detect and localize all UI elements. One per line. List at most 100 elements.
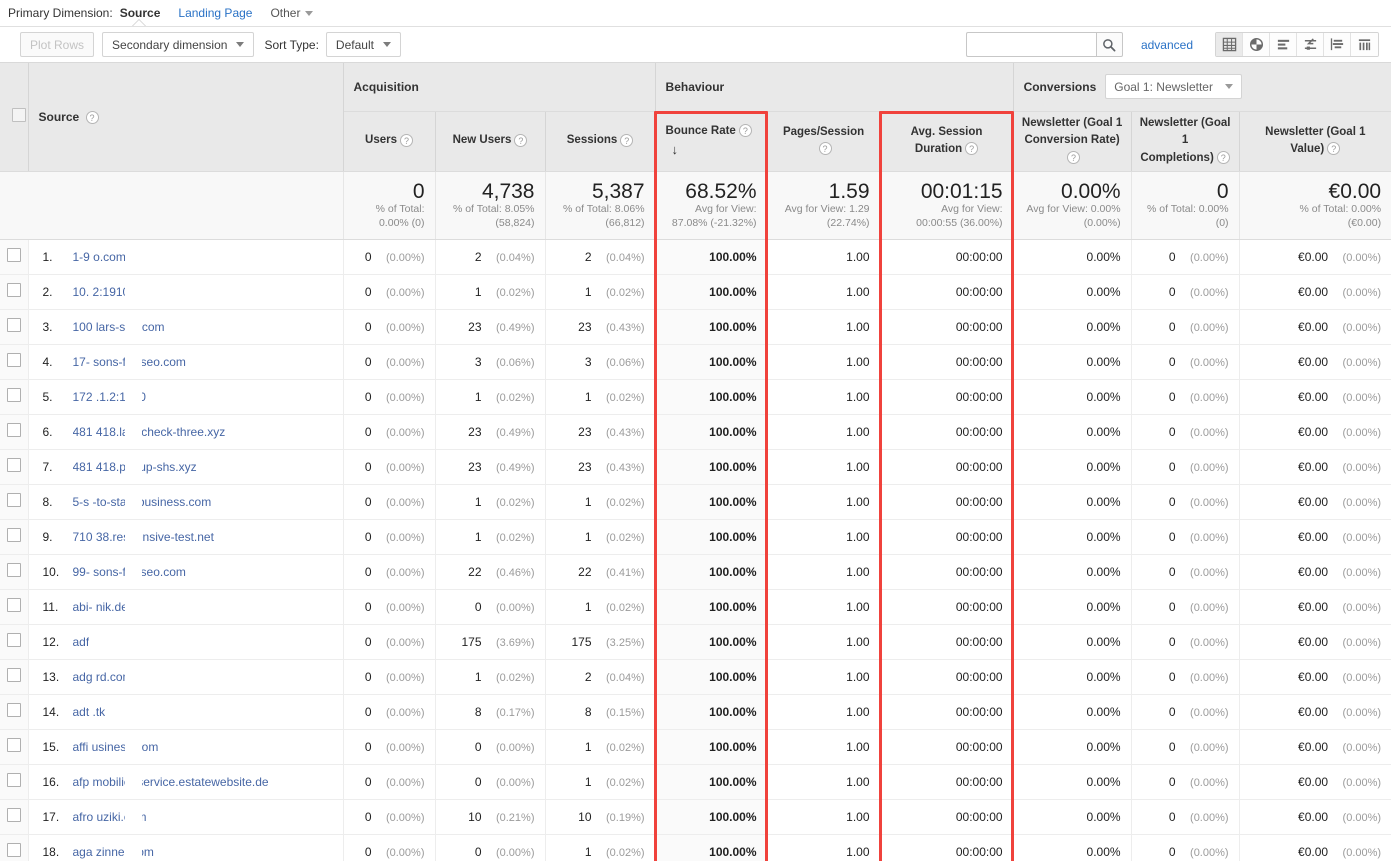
row-source-link[interactable]: 10. 2:1910 bbox=[73, 285, 130, 299]
row-select-cell[interactable] bbox=[0, 589, 28, 624]
row-checkbox[interactable] bbox=[7, 458, 21, 472]
row-select-cell[interactable] bbox=[0, 239, 28, 274]
goal-selector[interactable]: Goal 1: Newsletter bbox=[1105, 74, 1242, 99]
select-all-checkbox[interactable] bbox=[12, 108, 26, 122]
row-select-cell[interactable] bbox=[0, 834, 28, 861]
row-checkbox[interactable] bbox=[7, 808, 21, 822]
dimension-header[interactable]: Source ? bbox=[28, 63, 343, 171]
search-button[interactable] bbox=[1096, 32, 1123, 57]
row-checkbox[interactable] bbox=[7, 388, 21, 402]
plot-rows-button[interactable]: Plot Rows bbox=[20, 32, 94, 57]
table-row[interactable]: 16.afp mobilienservice.estatewebsite.de0… bbox=[0, 764, 1391, 799]
row-source-link[interactable]: 710 38.responsive-test.net bbox=[73, 530, 214, 544]
row-source-link[interactable]: 5-s -to-start-business.com bbox=[73, 495, 212, 509]
column-header-bounce-rate[interactable]: Bounce Rate?↓ bbox=[655, 111, 767, 171]
row-checkbox[interactable] bbox=[7, 353, 21, 367]
table-row[interactable]: 13.adg rd.com0(0.00%)1(0.02%)2(0.04%)100… bbox=[0, 659, 1391, 694]
table-row[interactable]: 7.481 418.popup-shs.xyz0(0.00%)23(0.49%)… bbox=[0, 449, 1391, 484]
column-header-pages-session[interactable]: Pages/Session? bbox=[767, 111, 880, 171]
row-source-link[interactable]: 481 418.law-check-three.xyz bbox=[73, 425, 226, 439]
help-icon[interactable]: ? bbox=[86, 111, 99, 124]
row-source-link[interactable]: abi- nik.de bbox=[73, 600, 128, 614]
pie-chart-view-icon[interactable] bbox=[1243, 33, 1270, 56]
row-source-link[interactable]: 100 lars-seo.com bbox=[73, 320, 165, 334]
table-row[interactable]: 15.affi usiness.com0(0.00%)0(0.00%)1(0.0… bbox=[0, 729, 1391, 764]
row-checkbox[interactable] bbox=[7, 668, 21, 682]
row-select-cell[interactable] bbox=[0, 799, 28, 834]
primary-dimension-landing-page[interactable]: Landing Page bbox=[178, 6, 252, 20]
column-header-sessions[interactable]: Sessions? bbox=[545, 111, 655, 171]
row-select-cell[interactable] bbox=[0, 519, 28, 554]
sort-type-select[interactable]: Default bbox=[326, 32, 401, 57]
row-source-link[interactable]: afp mobilienservice.estatewebsite.de bbox=[73, 775, 269, 789]
row-checkbox[interactable] bbox=[7, 493, 21, 507]
help-icon[interactable]: ? bbox=[739, 124, 752, 137]
row-select-cell[interactable] bbox=[0, 729, 28, 764]
row-select-cell[interactable] bbox=[0, 554, 28, 589]
column-header-goal-completions[interactable]: Newsletter (Goal 1Completions)? bbox=[1131, 111, 1239, 171]
column-header-new-users[interactable]: New Users? bbox=[435, 111, 545, 171]
row-select-cell[interactable] bbox=[0, 764, 28, 799]
bar-chart-view-icon[interactable] bbox=[1270, 33, 1297, 56]
pivot-view-icon[interactable] bbox=[1351, 33, 1378, 56]
help-icon[interactable]: ? bbox=[400, 134, 413, 147]
row-select-cell[interactable] bbox=[0, 379, 28, 414]
table-row[interactable]: 8.5-s -to-start-business.com0(0.00%)1(0.… bbox=[0, 484, 1391, 519]
help-icon[interactable]: ? bbox=[1327, 142, 1340, 155]
column-header-goal-conversion-rate[interactable]: Newsletter (Goal 1Conversion Rate)? bbox=[1013, 111, 1131, 171]
help-icon[interactable]: ? bbox=[965, 142, 978, 155]
row-checkbox[interactable] bbox=[7, 283, 21, 297]
advanced-link[interactable]: advanced bbox=[1141, 38, 1193, 52]
row-source-link[interactable]: affi usiness.com bbox=[73, 740, 159, 754]
row-select-cell[interactable] bbox=[0, 659, 28, 694]
table-row[interactable]: 3.100 lars-seo.com0(0.00%)23(0.49%)23(0.… bbox=[0, 309, 1391, 344]
help-icon[interactable]: ? bbox=[620, 134, 633, 147]
row-select-cell[interactable] bbox=[0, 344, 28, 379]
search-input[interactable] bbox=[966, 32, 1096, 57]
row-select-cell[interactable] bbox=[0, 309, 28, 344]
table-row[interactable]: 18.aga zinner.com0(0.00%)0(0.00%)1(0.02%… bbox=[0, 834, 1391, 861]
row-checkbox[interactable] bbox=[7, 248, 21, 262]
table-row[interactable]: 12.adf0(0.00%)175(3.69%)175(3.25%)100.00… bbox=[0, 624, 1391, 659]
table-view-icon[interactable] bbox=[1216, 33, 1243, 56]
row-checkbox[interactable] bbox=[7, 843, 21, 857]
row-source-link[interactable]: aga zinner.com bbox=[73, 845, 154, 859]
table-row[interactable]: 6.481 418.law-check-three.xyz0(0.00%)23(… bbox=[0, 414, 1391, 449]
column-header-goal-value[interactable]: Newsletter (Goal 1Value)? bbox=[1239, 111, 1391, 171]
row-checkbox[interactable] bbox=[7, 528, 21, 542]
row-select-cell[interactable] bbox=[0, 414, 28, 449]
row-select-cell[interactable] bbox=[0, 694, 28, 729]
row-checkbox[interactable] bbox=[7, 703, 21, 717]
table-row[interactable]: 9.710 38.responsive-test.net0(0.00%)1(0.… bbox=[0, 519, 1391, 554]
row-source-link[interactable]: adt .tk bbox=[73, 705, 106, 719]
row-select-cell[interactable] bbox=[0, 484, 28, 519]
row-select-cell[interactable] bbox=[0, 274, 28, 309]
help-icon[interactable]: ? bbox=[1217, 151, 1230, 164]
help-icon[interactable]: ? bbox=[1067, 151, 1080, 164]
row-select-cell[interactable] bbox=[0, 624, 28, 659]
comparison-view-icon[interactable] bbox=[1324, 33, 1351, 56]
table-row[interactable]: 14.adt .tk0(0.00%)8(0.17%)8(0.15%)100.00… bbox=[0, 694, 1391, 729]
table-row[interactable]: 10.99- sons-for-seo.com0(0.00%)22(0.46%)… bbox=[0, 554, 1391, 589]
column-header-users[interactable]: Users? bbox=[343, 111, 435, 171]
primary-dimension-other[interactable]: Other bbox=[270, 6, 313, 20]
column-header-avg-session-duration[interactable]: Avg. SessionDuration? bbox=[880, 111, 1013, 171]
performance-view-icon[interactable] bbox=[1297, 33, 1324, 56]
table-row[interactable]: 2.10. 2:19100(0.00%)1(0.02%)1(0.02%)100.… bbox=[0, 274, 1391, 309]
row-checkbox[interactable] bbox=[7, 563, 21, 577]
row-checkbox[interactable] bbox=[7, 738, 21, 752]
table-row[interactable]: 17.afro uziki.com0(0.00%)10(0.21%)10(0.1… bbox=[0, 799, 1391, 834]
table-row[interactable]: 1.1-9 o.com0(0.00%)2(0.04%)2(0.04%)100.0… bbox=[0, 239, 1391, 274]
row-checkbox[interactable] bbox=[7, 633, 21, 647]
secondary-dimension-button[interactable]: Secondary dimension bbox=[102, 32, 254, 57]
primary-dimension-source[interactable]: Source bbox=[120, 6, 161, 20]
help-icon[interactable]: ? bbox=[514, 134, 527, 147]
table-row[interactable]: 5.172 .1.2:19100(0.00%)1(0.02%)1(0.02%)1… bbox=[0, 379, 1391, 414]
row-checkbox[interactable] bbox=[7, 423, 21, 437]
select-all-header[interactable] bbox=[0, 63, 28, 171]
row-source-link[interactable]: 1-9 o.com bbox=[73, 250, 126, 264]
row-checkbox[interactable] bbox=[7, 318, 21, 332]
table-row[interactable]: 11.abi- nik.de0(0.00%)0(0.00%)1(0.02%)10… bbox=[0, 589, 1391, 624]
row-checkbox[interactable] bbox=[7, 773, 21, 787]
row-source-link[interactable]: adf bbox=[73, 635, 90, 649]
